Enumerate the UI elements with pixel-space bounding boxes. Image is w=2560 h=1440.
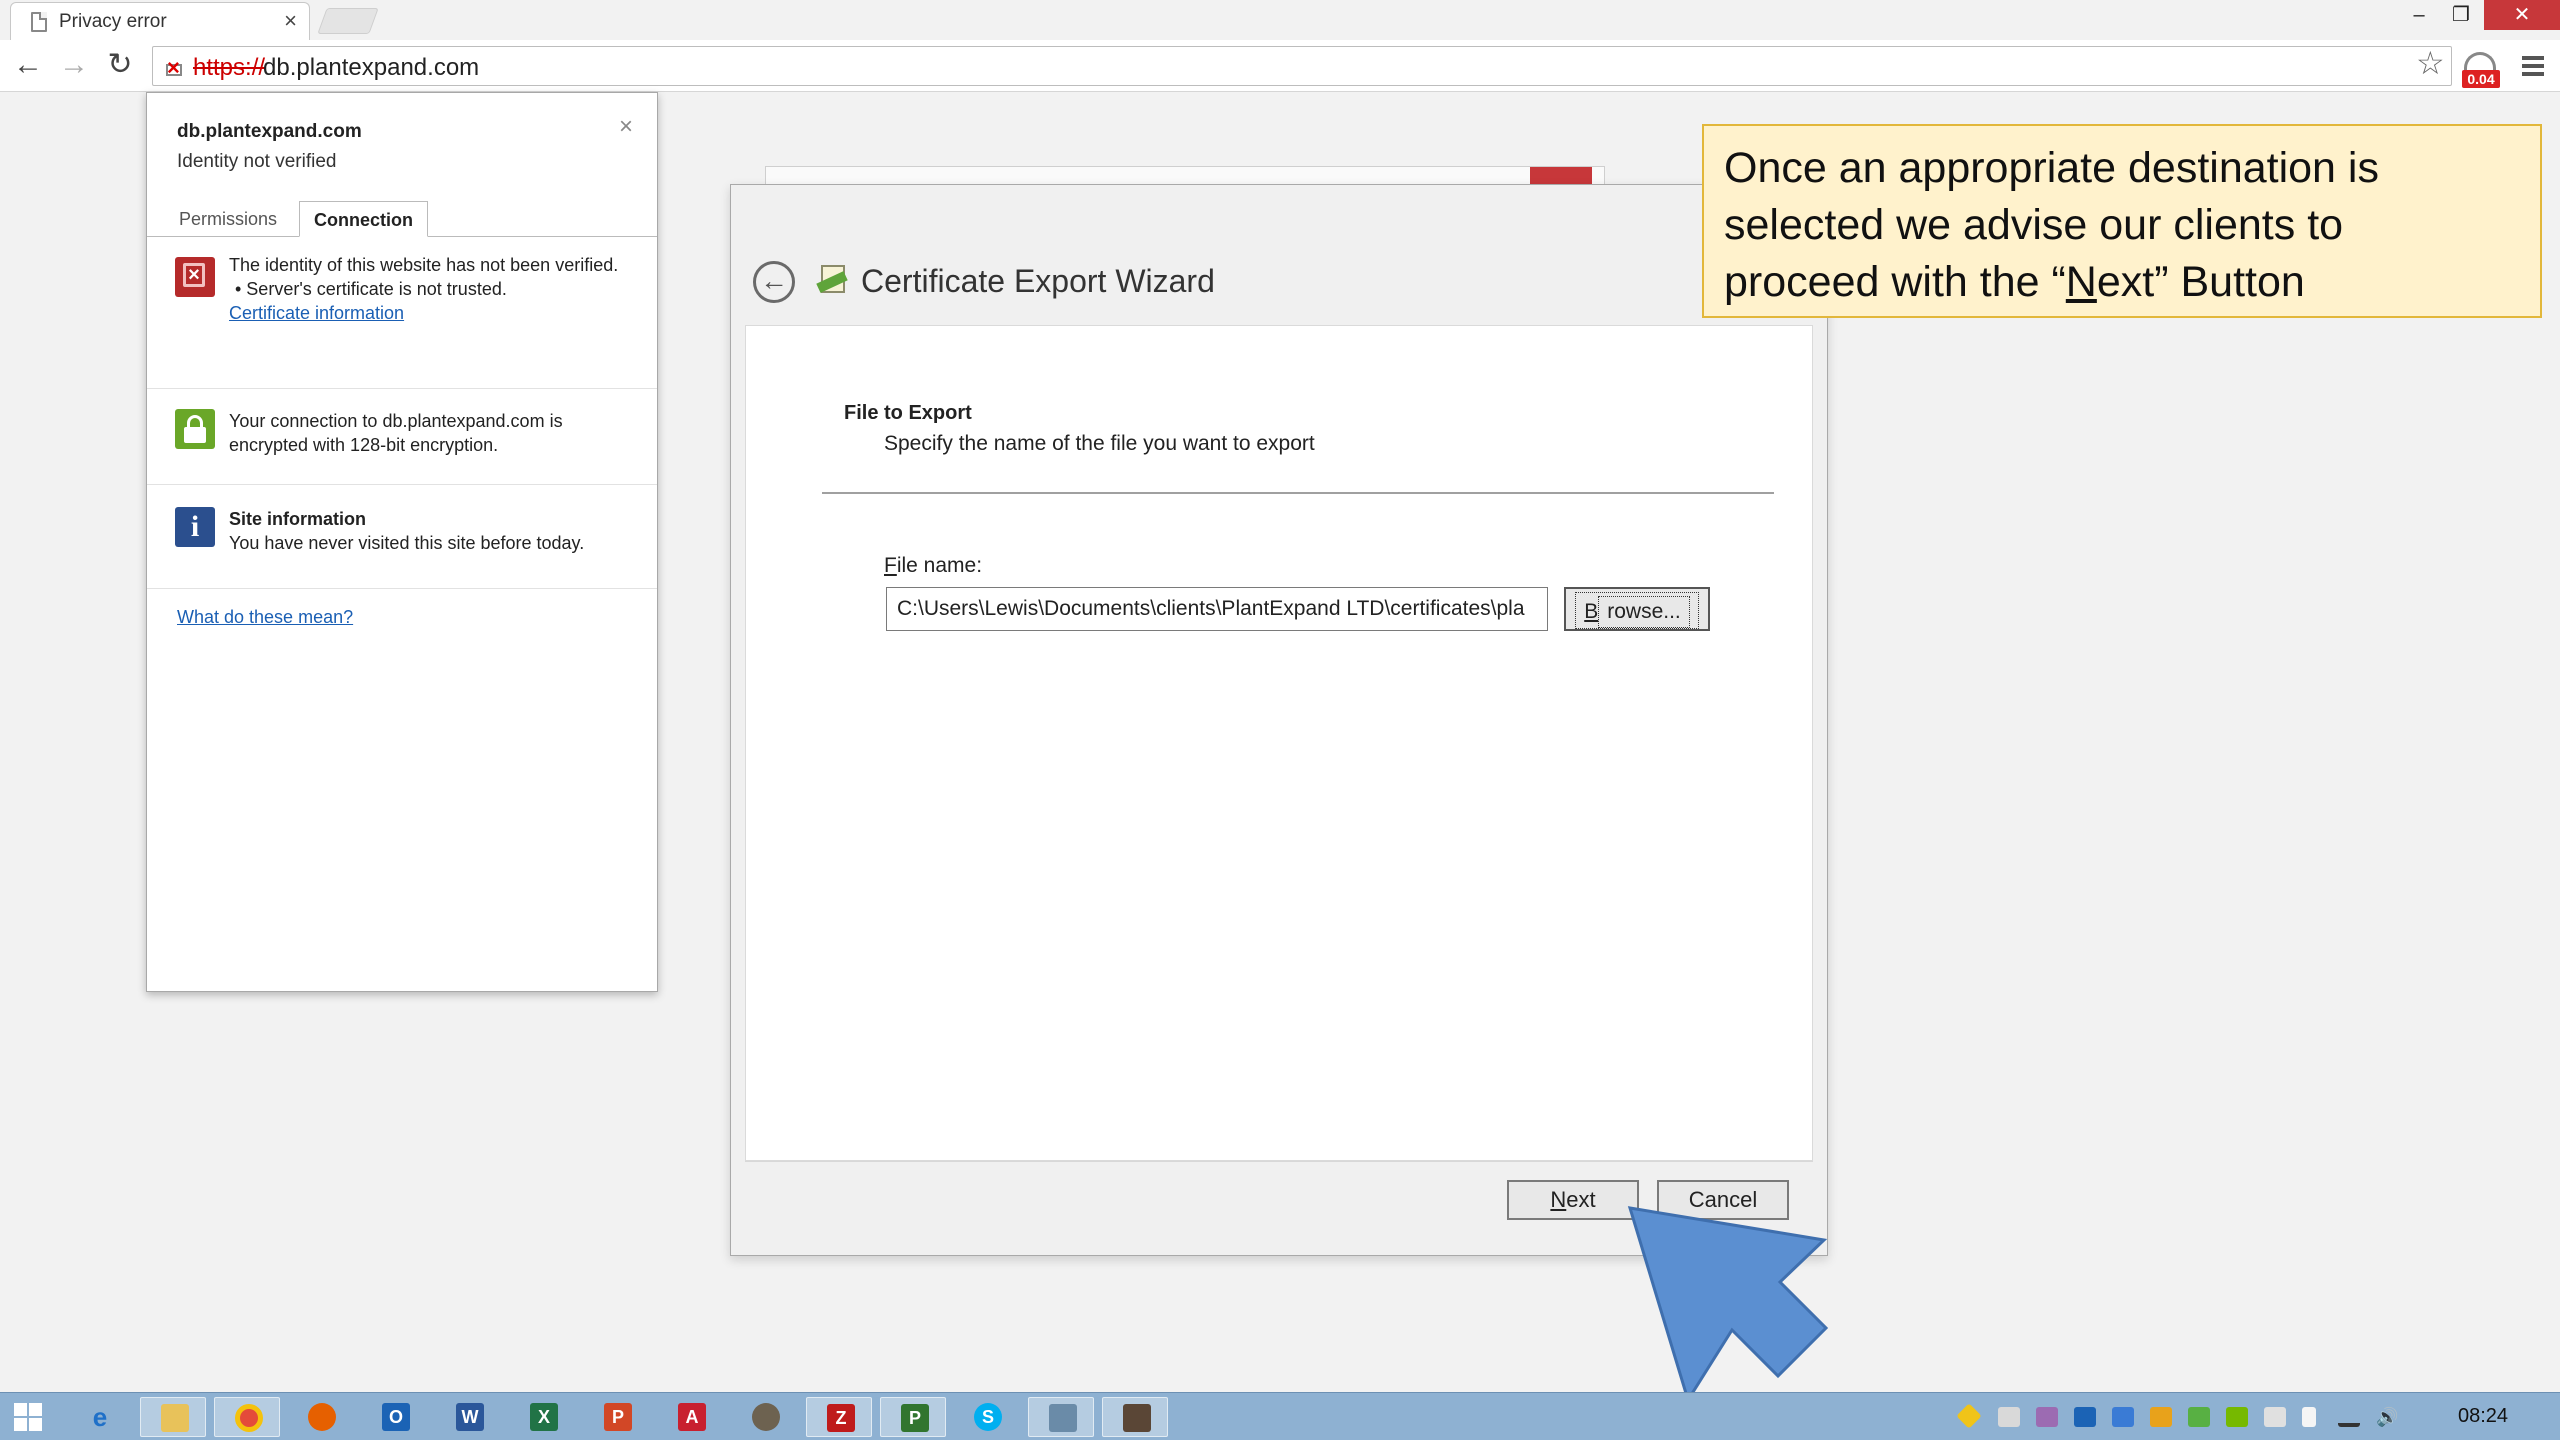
file-name-input[interactable] — [886, 587, 1548, 631]
tab-permissions[interactable]: Permissions — [165, 201, 291, 237]
section-title: File to Export — [844, 402, 972, 424]
powerpoint-icon[interactable]: P — [584, 1397, 650, 1437]
certificate-export-wizard: ← Certificate Export Wizard File to Expo… — [730, 184, 1828, 1256]
connection-text: Your connection to db.plantexpand.com is… — [229, 411, 563, 455]
reload-icon[interactable]: ↻ — [102, 48, 138, 84]
tray-onenote-icon[interactable] — [2036, 1407, 2058, 1427]
wizard-title: Certificate Export Wizard — [861, 263, 1215, 299]
taskbar-clock[interactable]: 08:24 — [2458, 1405, 2508, 1428]
extension-badge: 0.04 — [2462, 70, 2500, 88]
tray-sync-icon[interactable] — [2112, 1407, 2134, 1427]
tray-alert-icon[interactable] — [2150, 1407, 2172, 1427]
taskbar: e O W X P A Z P S 🔊 08:24 — [0, 1392, 2560, 1440]
file-explorer-icon[interactable] — [140, 1397, 206, 1437]
site-host: db.plantexpand.com — [177, 121, 362, 142]
skype-icon[interactable]: S — [954, 1397, 1020, 1437]
help-link[interactable]: What do these mean? — [177, 607, 353, 628]
chrome-icon[interactable] — [214, 1397, 280, 1437]
certificate-icon — [816, 265, 851, 295]
firefox-icon[interactable] — [288, 1397, 354, 1437]
tray-signal-icon[interactable] — [2338, 1407, 2360, 1427]
window-restore-button[interactable]: ❐ — [2438, 0, 2484, 30]
start-icon[interactable] — [14, 1403, 44, 1433]
browse-button[interactable]: Browse... — [1564, 587, 1710, 631]
callout-line-3: proceed with the “Next” Button — [1724, 258, 2305, 306]
pointer-arrow-icon — [1627, 1206, 1829, 1404]
info-icon: i — [175, 507, 215, 547]
filezilla-icon[interactable]: Z — [806, 1397, 872, 1437]
site-information-text: You have never visited this site before … — [229, 533, 585, 553]
tab-connection[interactable]: Connection — [299, 201, 428, 237]
url-host: db.plantexpand.com — [263, 54, 480, 81]
identity-status: Identity not verified — [177, 151, 337, 172]
connection-section: Your connection to db.plantexpand.com is… — [147, 389, 657, 485]
wizard-back-icon[interactable]: ← — [753, 261, 795, 303]
outlook-icon[interactable]: O — [362, 1397, 428, 1437]
site-info-popup: db.plantexpand.com Identity not verified… — [146, 92, 658, 992]
browser-toolbar: ← → ↻ × https:// db.plantexpand.com ☆ — [0, 40, 2560, 92]
tray-volume-icon[interactable]: 🔊 — [2376, 1407, 2398, 1427]
excel-icon[interactable]: X — [510, 1397, 576, 1437]
identity-section: × The identity of this website has not b… — [147, 239, 657, 389]
tab-close-icon[interactable]: × — [284, 8, 297, 34]
forward-arrow-icon[interactable]: → — [56, 48, 92, 84]
address-bar[interactable]: × https:// db.plantexpand.com — [152, 46, 2452, 86]
tray-flag-icon[interactable] — [2264, 1407, 2286, 1427]
section-description: Specify the name of the file you want to… — [884, 432, 1315, 455]
window-close-button[interactable]: ✕ — [2484, 0, 2560, 30]
identity-text: The identity of this website has not bee… — [229, 255, 619, 275]
tab-title: Privacy error — [59, 11, 167, 32]
back-arrow-icon[interactable]: ← — [10, 48, 46, 84]
tray-app-icon[interactable] — [1998, 1407, 2020, 1427]
new-tab-button[interactable] — [317, 8, 379, 34]
tray-warning-icon[interactable] — [1956, 1403, 1982, 1429]
gimp-icon[interactable] — [732, 1397, 798, 1437]
lock-icon — [175, 409, 215, 449]
identity-bullet: • Server's certificate is not trusted. — [235, 279, 507, 299]
broken-lock-icon[interactable]: × — [163, 55, 185, 79]
acrobat-icon[interactable]: A — [658, 1397, 724, 1437]
callout-line-1: Once an appropriate destination is — [1724, 144, 2379, 192]
tray-outlook-icon[interactable] — [2074, 1407, 2096, 1427]
screen: Privacy error × – ❐ ✕ ← → ↻ × https:// d… — [0, 0, 2560, 1440]
browser-tab[interactable]: Privacy error × — [10, 2, 310, 40]
system-tray: 🔊 — [1956, 1393, 2430, 1440]
popup-tabs: Permissions Connection — [147, 201, 657, 237]
tray-nvidia-icon[interactable] — [2226, 1407, 2248, 1427]
chrome-menu-icon[interactable] — [2522, 56, 2544, 78]
divider — [822, 492, 1774, 494]
page-icon — [31, 12, 47, 32]
tray-battery-icon[interactable] — [2302, 1407, 2316, 1427]
media-icon[interactable] — [1102, 1397, 1168, 1437]
instruction-callout: Once an appropriate destination is selec… — [1702, 124, 2542, 318]
popup-close-icon[interactable]: × — [619, 113, 633, 141]
network-icon[interactable] — [1028, 1397, 1094, 1437]
identity-error-icon: × — [175, 257, 215, 297]
certificate-information-link[interactable]: Certificate information — [229, 301, 629, 325]
tray-check-icon[interactable] — [2188, 1407, 2210, 1427]
callout-line-2: selected we advise our clients to — [1724, 201, 2344, 249]
extension-icon[interactable]: 0.04 — [2460, 50, 2500, 90]
wizard-body: File to Export Specify the name of the f… — [745, 325, 1813, 1161]
file-name-label: File name: — [884, 554, 983, 577]
bookmark-star-icon[interactable]: ☆ — [2416, 44, 2445, 82]
url-scheme: https:// — [193, 54, 266, 81]
site-information-title: Site information — [229, 509, 367, 529]
site-information-section: i Site information You have never visite… — [147, 485, 657, 589]
internet-explorer-icon[interactable]: e — [66, 1397, 132, 1437]
word-icon[interactable]: W — [436, 1397, 502, 1437]
browser-tabstrip: Privacy error × – ❐ ✕ — [0, 0, 2560, 40]
window-minimize-button[interactable]: – — [2396, 0, 2442, 30]
project-icon[interactable]: P — [880, 1397, 946, 1437]
